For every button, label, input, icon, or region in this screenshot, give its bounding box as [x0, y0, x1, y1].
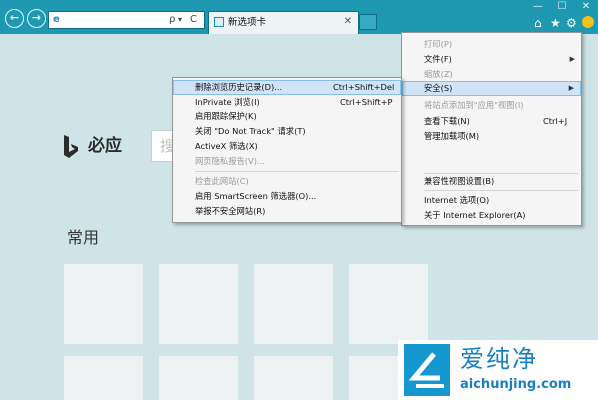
gear-icon[interactable]: ⚙: [566, 17, 577, 29]
menu-item-label: ActiveX 筛选(X): [195, 141, 258, 151]
watermark-logo-icon: [404, 344, 450, 396]
bing-brand: 必应: [88, 136, 122, 156]
frequent-sites-heading: 常用: [67, 228, 100, 247]
menu-item-file[interactable]: 文件(F) ▶: [402, 52, 581, 67]
tools-menu: 打印(P) 文件(F) ▶ 缩放(Z) 安全(S) ▶ 将站点添加到"应用"视图(I…: [401, 32, 582, 226]
menu-item-inprivate[interactable]: InPrivate 浏览(I) Ctrl+Shift+P: [173, 95, 401, 110]
bing-logo-icon: [64, 135, 78, 158]
menu-item-about-ie[interactable]: 关于 Internet Explorer(A): [402, 208, 581, 223]
arrow-left-icon: ←: [9, 11, 20, 24]
menu-item-do-not-track[interactable]: 关闭 "Do Not Track" 请求(T): [173, 124, 401, 139]
menu-item-shortcut: Ctrl+J: [543, 116, 568, 126]
arrow-right-icon: →: [31, 11, 42, 24]
smiley-icon[interactable]: [582, 16, 594, 28]
menu-item-label: 缩放(Z): [424, 69, 453, 79]
menu-item-report-unsafe[interactable]: 举报不安全网站(R): [173, 204, 401, 219]
menu-item-label: 启用跟踪保护(K): [195, 111, 257, 121]
tab-title: 新选项卡: [228, 17, 267, 28]
watermark-url: aichunjing.com: [460, 377, 572, 392]
site-tile[interactable]: [254, 356, 333, 400]
menu-separator: [195, 171, 399, 172]
site-tile[interactable]: [349, 264, 428, 344]
safety-submenu: 删除浏览历史记录(D)... Ctrl+Shift+Del InPrivate 浏…: [172, 77, 402, 223]
search-icon[interactable]: ρ: [169, 14, 175, 26]
menu-item-compat-view[interactable]: 兼容性视图设置(B): [402, 174, 581, 189]
menu-item-tracking-protection[interactable]: 启用跟踪保护(K): [173, 109, 401, 124]
browser-titlebar: — ☐ ✕ ← → e ρ ▾ C 新选项卡 ✕ ⌂ ★ ⚙: [0, 0, 598, 34]
menu-separator: [424, 190, 578, 191]
menu-item-check-site[interactable]: 检查此网站(C): [173, 174, 401, 189]
back-button[interactable]: ←: [5, 9, 24, 28]
menu-item-print[interactable]: 打印(P): [402, 37, 581, 52]
menu-item-label: 举报不安全网站(R): [195, 206, 266, 216]
menu-item-label: 管理加载项(M): [424, 131, 480, 141]
menu-item-privacy-report[interactable]: 网页隐私报告(V)...: [173, 154, 401, 169]
watermark: 爱纯净 aichunjing.com: [398, 340, 598, 400]
menu-item-shortcut: Ctrl+Shift+Del: [333, 82, 395, 92]
minimize-button[interactable]: —: [526, 0, 550, 14]
site-tile[interactable]: [159, 264, 238, 344]
menu-item-label: 网页隐私报告(V)...: [195, 156, 265, 166]
menu-item-label: 关闭 "Do Not Track" 请求(T): [195, 126, 306, 136]
menu-item-activex-filtering[interactable]: ActiveX 筛选(X): [173, 139, 401, 154]
menu-item-label: 将站点添加到"应用"视图(I): [424, 100, 524, 110]
chevron-down-icon[interactable]: ▾: [178, 14, 182, 26]
new-tab-button[interactable]: [359, 14, 377, 30]
close-window-button[interactable]: ✕: [574, 0, 598, 14]
site-tile[interactable]: [254, 264, 333, 344]
site-tile[interactable]: [64, 264, 143, 344]
site-tile[interactable]: [64, 356, 143, 400]
menu-item-manage-addons[interactable]: 管理加载项(M): [402, 129, 581, 144]
menu-item-label: 查看下载(N): [424, 116, 470, 126]
menu-item-label: InPrivate 浏览(I): [195, 97, 260, 107]
menu-item-label: 删除浏览历史记录(D)...: [195, 82, 283, 92]
home-icon[interactable]: ⌂: [534, 17, 542, 29]
menu-item-label: 关于 Internet Explorer(A): [424, 210, 526, 220]
menu-item-label: Internet 选项(O): [424, 195, 490, 205]
maximize-button[interactable]: ☐: [550, 0, 574, 14]
menu-item-shortcut: Ctrl+Shift+P: [340, 97, 393, 107]
menu-item-internet-options[interactable]: Internet 选项(O): [402, 193, 581, 208]
menu-item-label: 打印(P): [424, 39, 453, 49]
menu-item-zoom[interactable]: 缩放(Z): [402, 67, 581, 82]
menu-item-label: 安全(S): [424, 83, 453, 93]
menu-item-label: 启用 SmartScreen 筛选器(O)...: [195, 191, 317, 201]
menu-item-smartscreen[interactable]: 启用 SmartScreen 筛选器(O)...: [173, 189, 401, 204]
watermark-name: 爱纯净: [460, 345, 538, 373]
menu-item-safety[interactable]: 安全(S) ▶: [402, 81, 581, 96]
refresh-icon[interactable]: C: [190, 14, 197, 26]
menu-item-view-downloads[interactable]: 查看下载(N) Ctrl+J: [402, 114, 581, 129]
address-bar[interactable]: e ρ ▾ C: [48, 11, 205, 29]
chevron-right-icon: ▶: [569, 55, 575, 63]
tab-page-icon: [214, 17, 224, 27]
menu-item-label: 检查此网站(C): [195, 176, 249, 186]
forward-button[interactable]: →: [27, 9, 46, 28]
menu-item-label: 文件(F): [424, 54, 452, 64]
close-tab-icon[interactable]: ✕: [344, 16, 352, 28]
tab-new-tab[interactable]: 新选项卡 ✕: [208, 11, 359, 34]
menu-item-delete-history[interactable]: 删除浏览历史记录(D)... Ctrl+Shift+Del: [173, 80, 401, 95]
ie-page-icon: e: [53, 14, 60, 25]
menu-item-add-to-apps[interactable]: 将站点添加到"应用"视图(I): [402, 98, 581, 113]
chevron-right-icon: ▶: [568, 84, 574, 92]
site-tile[interactable]: [159, 356, 238, 400]
star-icon[interactable]: ★: [550, 17, 561, 29]
menu-item-label: 兼容性视图设置(B): [424, 176, 495, 186]
